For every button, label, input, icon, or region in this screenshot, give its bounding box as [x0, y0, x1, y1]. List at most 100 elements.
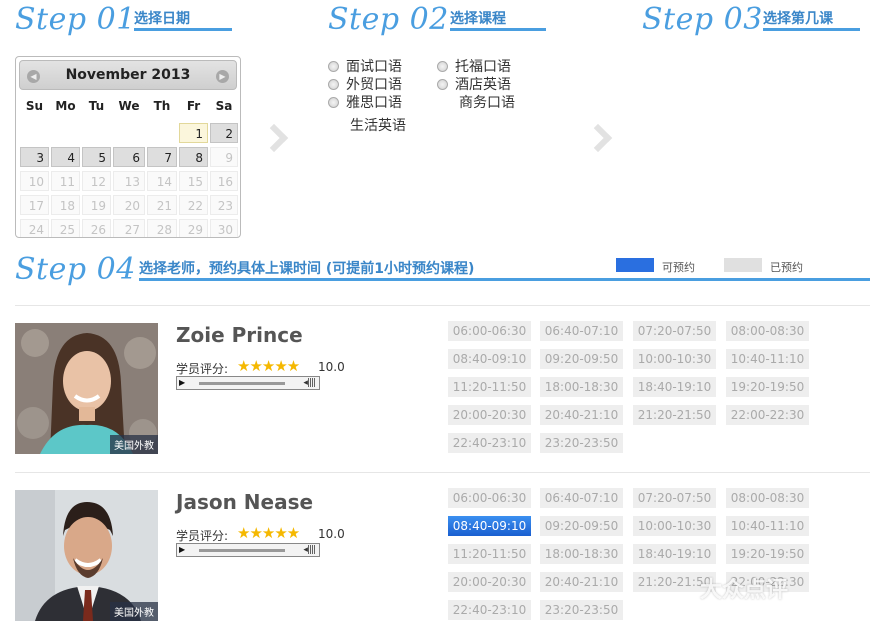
audio-progress-track[interactable] — [199, 549, 285, 552]
course-radio[interactable] — [328, 97, 339, 108]
play-icon[interactable]: ▶ — [179, 545, 185, 554]
time-slot[interactable]: 22:40-23:10 — [448, 433, 531, 453]
calendar-day: 12 — [82, 171, 111, 191]
rating-score: 10.0 — [318, 527, 345, 541]
time-slot[interactable]: 20:00-20:30 — [448, 572, 531, 592]
time-slot[interactable]: 18:00-18:30 — [540, 544, 623, 564]
time-slot[interactable]: 11:20-11:50 — [448, 544, 531, 564]
time-slot[interactable]: 08:00-08:30 — [726, 488, 809, 508]
step-04-title: Step 04 — [15, 252, 136, 287]
volume-icon[interactable]: ◂|||| — [303, 378, 316, 388]
time-slot[interactable]: 08:00-08:30 — [726, 321, 809, 341]
time-slot[interactable]: 22:00-22:30 — [726, 405, 809, 425]
calendar-day[interactable]: 2 — [210, 123, 238, 143]
time-slot[interactable]: 06:40-07:10 — [540, 488, 623, 508]
calendar-day[interactable]: 1 — [179, 123, 208, 143]
course-option-label[interactable]: 面试口语 — [346, 56, 402, 76]
audio-player[interactable]: ▶ ◂|||| — [176, 376, 320, 390]
rating-score: 10.0 — [318, 360, 345, 374]
course-option-label[interactable]: 雅思口语 — [346, 92, 402, 112]
teacher-nationality-tag: 美国外教 — [110, 602, 158, 621]
calendar-day: 13 — [113, 171, 145, 191]
time-slot[interactable]: 08:40-09:10 — [448, 349, 531, 369]
watermark: 大众点评 — [700, 578, 789, 603]
step-03-subtitle: 选择第几课 — [763, 11, 833, 27]
time-slot[interactable]: 07:20-07:50 — [633, 488, 716, 508]
calendar-day: 17 — [20, 195, 49, 215]
course-radio[interactable] — [328, 79, 339, 90]
weekday-header: Sa — [215, 99, 233, 113]
time-slot[interactable]: 06:40-07:10 — [540, 321, 623, 341]
teacher-name[interactable]: Jason Nease — [176, 490, 313, 514]
time-slot[interactable]: 18:40-19:10 — [633, 544, 716, 564]
calendar-day: 25 — [51, 219, 80, 237]
weekday-header: Fr — [186, 99, 201, 113]
step-01-title: Step 01 — [15, 2, 136, 37]
teacher-name[interactable]: Zoie Prince — [176, 323, 303, 347]
calendar-day: 27 — [113, 219, 145, 237]
audio-player[interactable]: ▶ ◂|||| — [176, 543, 320, 557]
weekday-header: Th — [153, 99, 171, 113]
course-radio[interactable] — [328, 61, 339, 72]
time-slot[interactable]: 11:20-11:50 — [448, 377, 531, 397]
calendar-day: 9 — [210, 147, 238, 167]
calendar-day[interactable]: 5 — [82, 147, 111, 167]
calendar-day: 19 — [82, 195, 111, 215]
time-slot[interactable]: 20:00-20:30 — [448, 405, 531, 425]
teacher-photo[interactable]: 美国外教 — [15, 490, 158, 621]
time-slot[interactable]: 18:40-19:10 — [633, 377, 716, 397]
rating-label: 学员评分: — [176, 529, 229, 543]
calendar-day[interactable]: 8 — [179, 147, 208, 167]
time-slot[interactable]: 23:20-23:50 — [540, 600, 623, 620]
course-option-label[interactable]: 酒店英语 — [455, 74, 511, 94]
calendar-day[interactable]: 4 — [51, 147, 80, 167]
step-04-subtitle: 选择老师，预约具体上课时间 (可提前1小时预约课程) — [139, 261, 475, 277]
time-slot[interactable]: 10:40-11:10 — [726, 516, 809, 536]
time-slot[interactable]: 18:00-18:30 — [540, 377, 623, 397]
step-04-underline — [139, 278, 870, 281]
time-slot[interactable]: 10:00-10:30 — [633, 516, 716, 536]
course-option-label[interactable]: 外贸口语 — [346, 74, 402, 94]
teacher-nationality-tag: 美国外教 — [110, 435, 158, 454]
step-01-subtitle: 选择日期 — [134, 11, 190, 27]
course-option-label[interactable]: 商务口语 — [459, 92, 515, 112]
time-slot[interactable]: 20:40-21:10 — [540, 572, 623, 592]
calendar-day[interactable]: 6 — [113, 147, 145, 167]
time-slot[interactable]: 21:20-21:50 — [633, 405, 716, 425]
calendar-day: 23 — [210, 195, 238, 215]
time-slot[interactable]: 22:40-23:10 — [448, 600, 531, 620]
course-radio[interactable] — [437, 79, 448, 90]
course-option-label[interactable]: 生活英语 — [350, 115, 406, 135]
calendar-day: 16 — [210, 171, 238, 191]
time-slot[interactable]: 10:40-11:10 — [726, 349, 809, 369]
course-radio[interactable] — [437, 61, 448, 72]
time-slot[interactable]: 20:40-21:10 — [540, 405, 623, 425]
time-slot[interactable]: 23:20-23:50 — [540, 433, 623, 453]
audio-progress-track[interactable] — [199, 382, 285, 385]
teacher-photo[interactable]: 美国外教 — [15, 323, 158, 454]
calendar-day: 20 — [113, 195, 145, 215]
time-slot[interactable]: 07:20-07:50 — [633, 321, 716, 341]
time-slot[interactable]: 09:20-09:50 — [540, 516, 623, 536]
time-slot[interactable]: 06:00-06:30 — [448, 321, 531, 341]
legend-available-swatch — [616, 258, 654, 272]
play-icon[interactable]: ▶ — [179, 378, 185, 387]
time-slot[interactable]: 09:20-09:50 — [540, 349, 623, 369]
step-02-underline — [450, 28, 546, 31]
time-slot[interactable]: 19:20-19:50 — [726, 544, 809, 564]
time-slot[interactable]: 19:20-19:50 — [726, 377, 809, 397]
step-02-title: Step 02 — [328, 2, 449, 37]
time-slot[interactable]: 06:00-06:30 — [448, 488, 531, 508]
calendar-day: 18 — [51, 195, 80, 215]
calendar-day[interactable]: 7 — [147, 147, 177, 167]
time-slot[interactable]: 10:00-10:30 — [633, 349, 716, 369]
volume-icon[interactable]: ◂|||| — [303, 545, 316, 555]
calendar-day[interactable]: 3 — [20, 147, 49, 167]
weekday-header: Tu — [88, 99, 105, 113]
chevron-right-icon[interactable]: ▶ — [216, 70, 229, 83]
time-slot[interactable]: 08:40-09:10 — [448, 516, 531, 536]
calendar-day: 24 — [20, 219, 49, 237]
legend-booked-swatch — [724, 258, 762, 272]
course-option-label[interactable]: 托福口语 — [455, 56, 511, 76]
date-picker-calendar: ◀ November 2013 ▶ Su Mo Tu We Th Fr Sa 1 2 3 4 5 6 7 8… — [15, 56, 241, 238]
